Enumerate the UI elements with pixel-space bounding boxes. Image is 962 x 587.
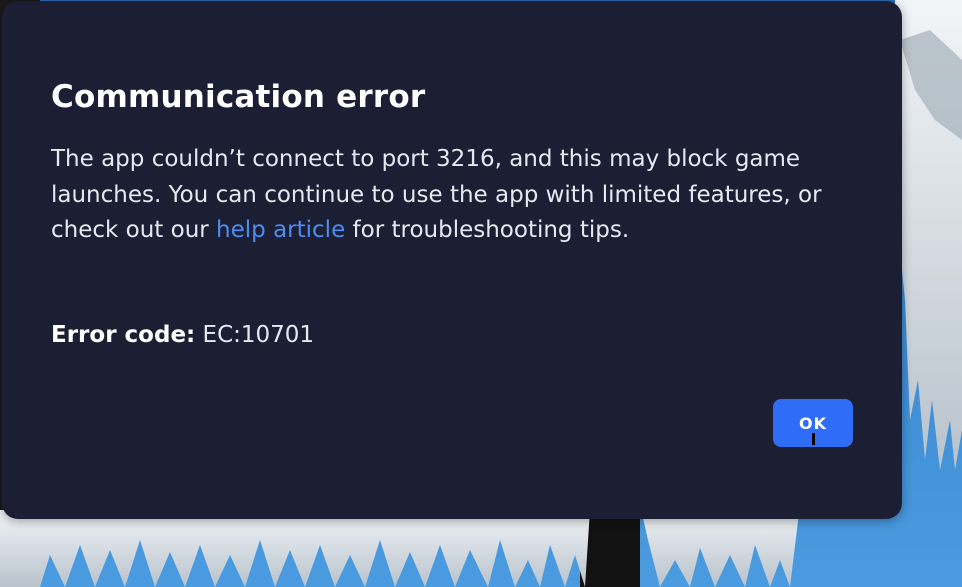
help-article-link[interactable]: help article	[216, 217, 345, 243]
dialog-message: The app couldn’t connect to port 3216, a…	[51, 142, 841, 249]
error-code-line: Error code: EC:10701	[51, 319, 314, 351]
text-cursor-icon	[812, 433, 815, 445]
communication-error-dialog: Communication error The app couldn’t con…	[2, 1, 902, 519]
error-code-value: EC:10701	[195, 322, 315, 348]
dialog-title: Communication error	[51, 79, 426, 115]
error-code-label: Error code:	[51, 322, 196, 348]
message-text-end: for troubleshooting tips.	[345, 217, 630, 243]
